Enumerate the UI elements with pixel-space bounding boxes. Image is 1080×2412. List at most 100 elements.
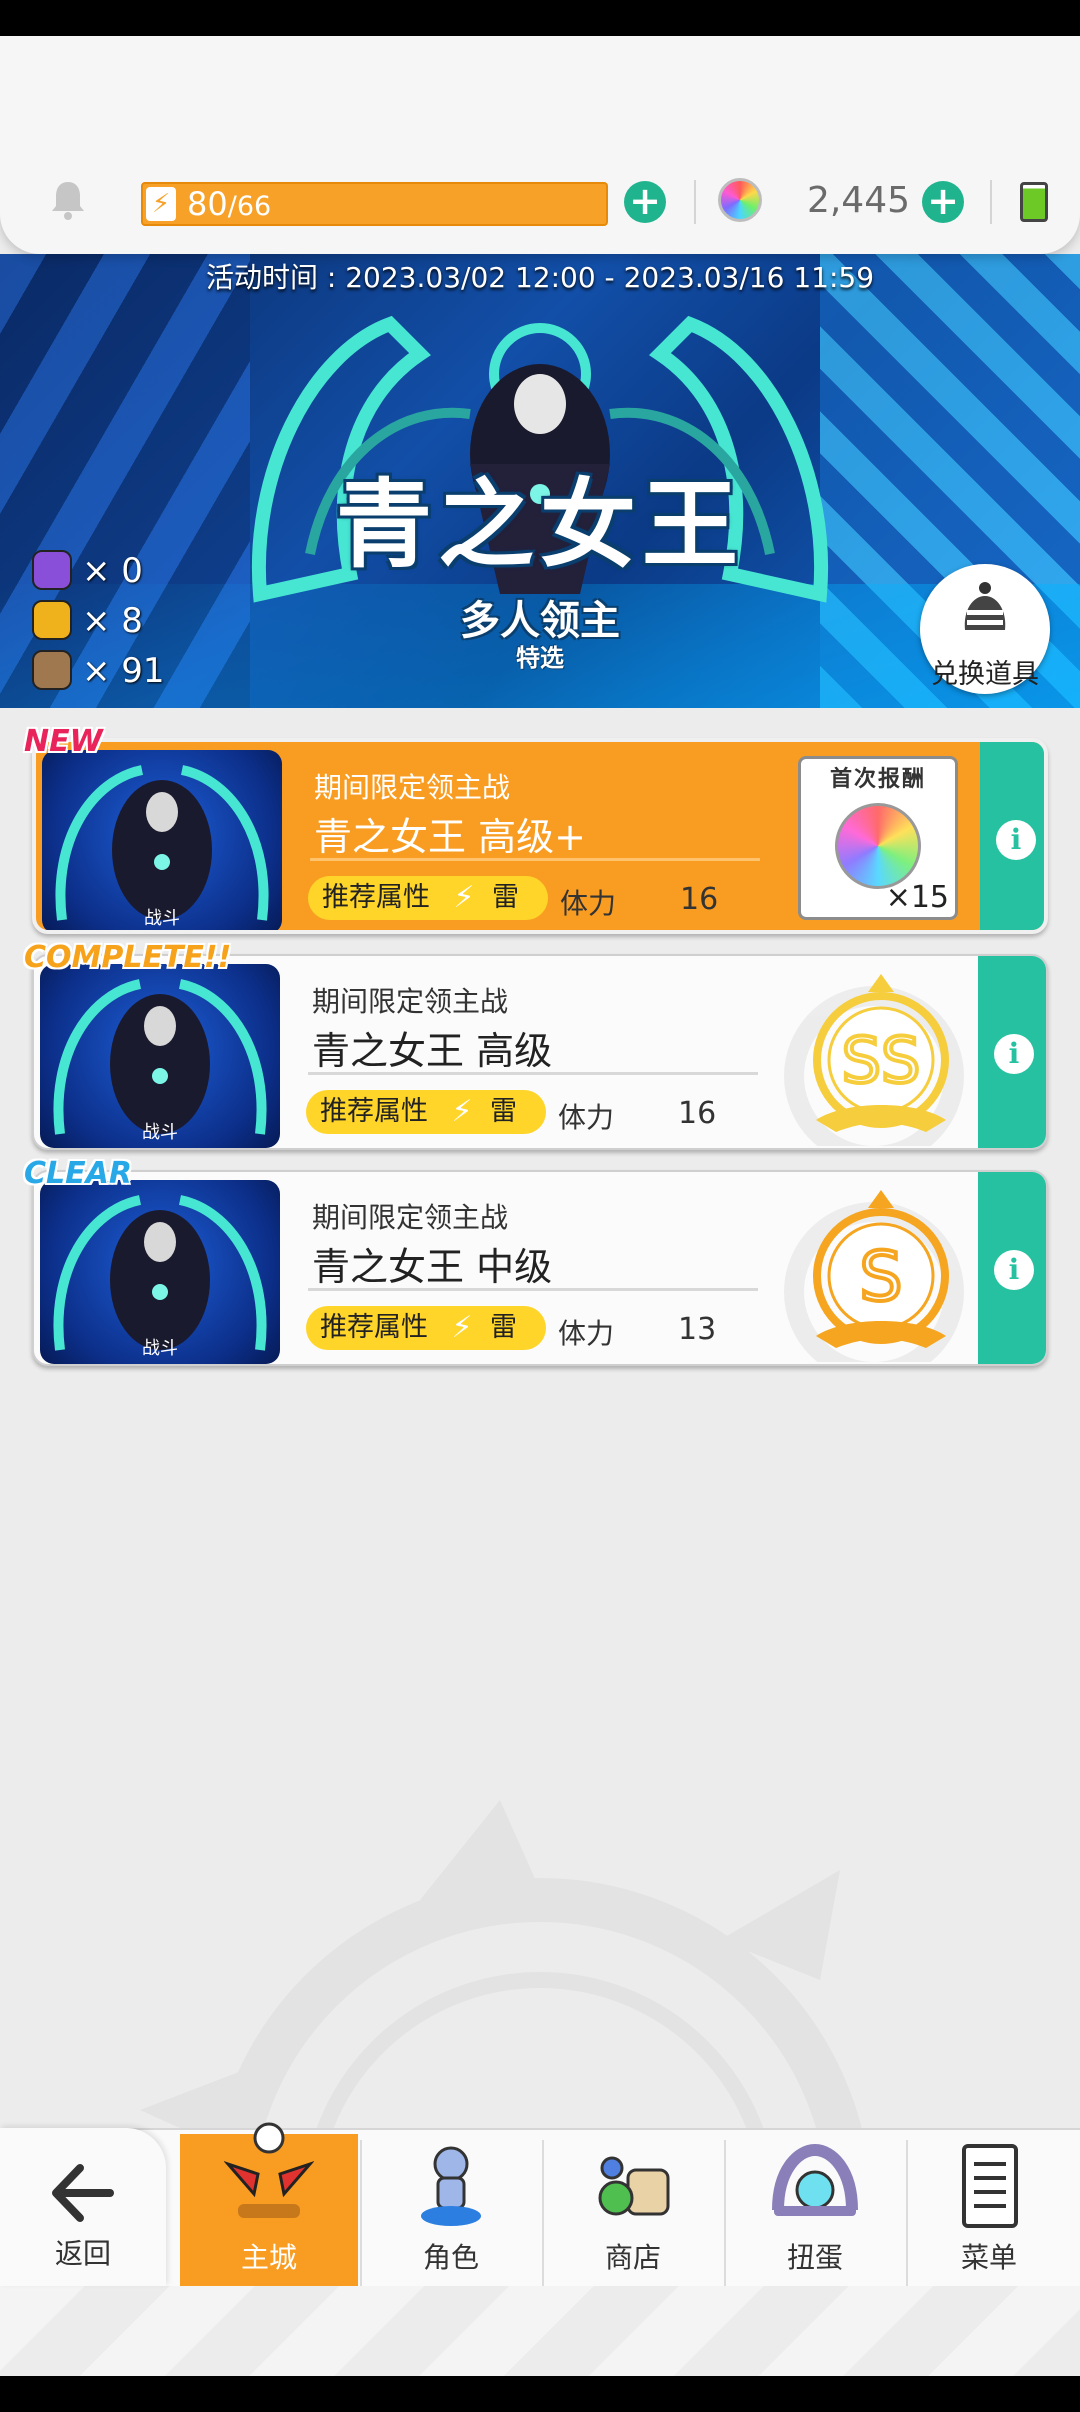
info-icon: i xyxy=(996,820,1036,860)
back-button[interactable]: 返回 xyxy=(0,2128,166,2286)
back-arrow-icon xyxy=(52,2164,114,2222)
stage-divider xyxy=(310,858,760,861)
stamina-cost: 16 xyxy=(678,1096,717,1131)
menu-icon xyxy=(962,2144,1018,2228)
stamina-label: 体力 xyxy=(560,887,617,920)
rank-text: SS xyxy=(842,1024,921,1097)
stage-subtitle: 期间限定领主战 xyxy=(314,771,511,804)
token-bronze: × 91 xyxy=(32,650,212,694)
exchange-label: 兑换道具 xyxy=(931,659,1039,690)
info-icon: i xyxy=(994,1034,1034,1074)
item-bag-icon xyxy=(964,582,1006,630)
castle-icon xyxy=(224,2122,314,2218)
stamina-bolt-icon: ⚡ xyxy=(146,187,176,221)
stage-info-button[interactable]: i xyxy=(978,956,1046,1148)
status-strip-bottom xyxy=(0,2376,1080,2412)
stage-card-body: 战斗 期间限定领主战 青之女王 高级 推荐属性 ⚡ 雷 体力 16 SS i xyxy=(32,954,1048,1150)
stamina-cost: 13 xyxy=(678,1312,717,1347)
reward-header: 首次报酬 xyxy=(829,767,926,792)
event-time: 活动时间 : 2023.03/02 12:00 - 2023.03/16 11:… xyxy=(205,261,875,294)
ss-rank-medal-icon: SS xyxy=(813,974,949,1132)
thunder-icon: ⚡ xyxy=(453,880,475,915)
stamina-label: 体力 xyxy=(558,1317,615,1350)
stamina-max: /66 xyxy=(227,191,272,222)
fight-label: 战斗 xyxy=(144,908,180,929)
stage-name: 青之女王 中级 xyxy=(312,1245,553,1289)
stage-card-advanced-plus[interactable]: 战斗 期间限定领主战 青之女王 高级+ 推荐属性 ⚡ 雷 体力 16 首次报酬 … xyxy=(24,724,1048,938)
hud-divider-2 xyxy=(990,180,992,224)
complete-badge: COMPLETE!! xyxy=(24,940,232,975)
stamina-label: 体力 xyxy=(558,1101,615,1134)
clear-badge: CLEAR xyxy=(24,1156,132,1191)
attr-element: 雷 xyxy=(492,882,519,913)
nav-label: 角色 xyxy=(422,2241,479,2274)
stage-thumbnail: 战斗 xyxy=(42,750,282,930)
new-badge: NEW xyxy=(24,724,103,759)
stage-thumbnail: 战斗 xyxy=(40,1180,280,1364)
stage-info-button[interactable]: i xyxy=(978,1172,1046,1364)
info-icon: i xyxy=(994,1250,1034,1290)
thunder-icon: ⚡ xyxy=(451,1310,473,1345)
add-gems-button[interactable]: + xyxy=(922,181,964,223)
fight-label: 战斗 xyxy=(142,1122,178,1143)
stage-card-intermediate[interactable]: 战斗 期间限定领主战 青之女王 中级 推荐属性 ⚡ 雷 体力 13 S i CL… xyxy=(24,1156,1048,1370)
recommended-attribute: 推荐属性 ⚡ 雷 xyxy=(308,876,548,920)
nav-item-menu[interactable]: 菜单 xyxy=(900,2134,1078,2286)
hud-divider xyxy=(694,180,696,224)
exchange-items-button[interactable]: 兑换道具 xyxy=(920,564,1050,694)
stage-card-body: 战斗 期间限定领主战 青之女王 高级+ 推荐属性 ⚡ 雷 体力 16 首次报酬 … xyxy=(32,738,1048,934)
nav-footer-strip xyxy=(0,2286,1080,2376)
stage-thumbnail: 战斗 xyxy=(40,964,280,1148)
rainbow-gem-icon xyxy=(835,803,921,889)
stage-name: 青之女王 高级+ xyxy=(314,815,586,859)
stamina-current: 80 xyxy=(187,185,228,223)
add-stamina-button[interactable]: + xyxy=(624,181,666,223)
stage-card-advanced[interactable]: 战斗 期间限定领主战 青之女王 高级 推荐属性 ⚡ 雷 体力 16 SS i C… xyxy=(24,940,1048,1154)
attr-element: 雷 xyxy=(490,1312,517,1343)
token-count: × 8 xyxy=(82,601,143,641)
attr-label: 推荐属性 xyxy=(320,1096,428,1127)
nav-item-gacha[interactable]: 扭蛋 xyxy=(726,2134,904,2286)
nav-label: 主城 xyxy=(240,2241,297,2274)
token-count: × 91 xyxy=(82,651,165,691)
rank-text: S xyxy=(859,1238,902,1317)
stage-name: 青之女王 高级 xyxy=(312,1029,553,1073)
character-icon xyxy=(421,2146,481,2226)
gem-count: 2,445 xyxy=(806,180,910,221)
attr-label: 推荐属性 xyxy=(320,1312,428,1343)
nav-item-character[interactable]: 角色 xyxy=(362,2134,540,2286)
battery-icon xyxy=(1020,182,1048,222)
purple-token-icon xyxy=(32,550,72,590)
recommended-attribute: 推荐属性 ⚡ 雷 xyxy=(306,1090,546,1134)
token-count: × 0 xyxy=(82,551,143,591)
bronze-token-icon xyxy=(32,650,72,690)
stage-card-body: 战斗 期间限定领主战 青之女王 中级 推荐属性 ⚡ 雷 体力 13 S i xyxy=(32,1170,1048,1366)
bell-icon[interactable] xyxy=(46,178,90,222)
status-strip-top xyxy=(0,0,1080,36)
stamina-cost: 16 xyxy=(680,882,719,917)
attr-element: 雷 xyxy=(490,1096,517,1127)
token-gold: × 8 xyxy=(32,600,212,644)
gold-token-icon xyxy=(32,600,72,640)
first-clear-reward: 首次报酬 ×15 xyxy=(798,756,958,920)
nav-label: 商店 xyxy=(604,2241,661,2274)
nav-label: 菜单 xyxy=(960,2241,1017,2274)
gacha-icon xyxy=(772,2143,858,2216)
token-purple: × 0 xyxy=(32,550,212,594)
nav-item-shop[interactable]: 商店 xyxy=(544,2134,722,2286)
stage-subtitle: 期间限定领主战 xyxy=(312,1201,509,1234)
reward-count: ×15 xyxy=(885,880,949,915)
stage-info-button[interactable]: i xyxy=(980,742,1044,930)
rainbow-gem-icon xyxy=(718,178,762,222)
fight-label: 战斗 xyxy=(142,1338,178,1359)
stamina-bar: ⚡ 80/66 xyxy=(141,182,608,226)
attr-label: 推荐属性 xyxy=(322,882,430,913)
nav-label: 扭蛋 xyxy=(786,2241,843,2274)
recommended-attribute: 推荐属性 ⚡ 雷 xyxy=(306,1306,546,1350)
shop-icon xyxy=(598,2156,670,2216)
thunder-icon: ⚡ xyxy=(451,1094,473,1129)
stage-divider xyxy=(308,1072,758,1075)
stage-subtitle: 期间限定领主战 xyxy=(312,985,509,1018)
nav-item-main-city[interactable]: 主城 xyxy=(180,2122,358,2286)
stage-divider xyxy=(308,1288,758,1291)
